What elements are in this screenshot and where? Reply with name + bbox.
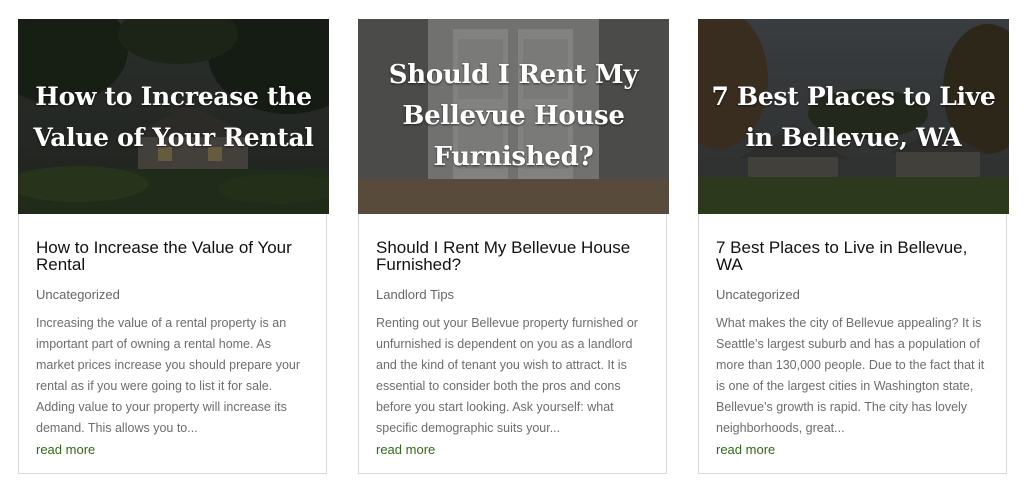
blog-post-grid: How to Increase the Value of Your Rental…	[0, 0, 1024, 496]
read-more-link[interactable]: read more	[716, 439, 990, 460]
thumbnail-title: 7 Best Places to Live in Bellevue, WA	[711, 81, 996, 152]
post-category[interactable]: Uncategorized	[36, 287, 310, 303]
post-card: Should I Rent My Bellevue House Furnishe…	[358, 19, 669, 474]
post-excerpt: Renting out your Bellevue property furni…	[376, 316, 638, 435]
post-thumbnail[interactable]: 7 Best Places to Live in Bellevue, WA	[698, 19, 1009, 214]
post-body: 7 Best Places to Live in Bellevue, WA Un…	[716, 239, 990, 460]
post-category[interactable]: Uncategorized	[716, 287, 990, 303]
post-excerpt: Increasing the value of a rental propert…	[36, 316, 301, 435]
post-title[interactable]: 7 Best Places to Live in Bellevue, WA	[716, 239, 990, 275]
post-body: Should I Rent My Bellevue House Furnishe…	[376, 239, 650, 460]
post-body: How to Increase the Value of Your Rental…	[36, 239, 310, 460]
thumbnail-title: Should I Rent My Bellevue House Furnishe…	[388, 60, 639, 172]
post-card: How to Increase the Value of Your Rental…	[18, 19, 329, 474]
post-title[interactable]: Should I Rent My Bellevue House Furnishe…	[376, 239, 650, 275]
thumbnail-title: How to Increase the Value of Your Rental	[33, 81, 314, 152]
post-thumbnail[interactable]: Should I Rent My Bellevue House Furnishe…	[358, 19, 669, 214]
post-excerpt: What makes the city of Bellevue appealin…	[716, 316, 985, 435]
post-category[interactable]: Landlord Tips	[376, 287, 650, 303]
post-thumbnail[interactable]: How to Increase the Value of Your Rental	[18, 19, 329, 214]
post-title[interactable]: How to Increase the Value of Your Rental	[36, 239, 310, 275]
read-more-link[interactable]: read more	[36, 439, 310, 460]
post-card: 7 Best Places to Live in Bellevue, WA 7 …	[698, 19, 1009, 474]
read-more-link[interactable]: read more	[376, 439, 650, 460]
